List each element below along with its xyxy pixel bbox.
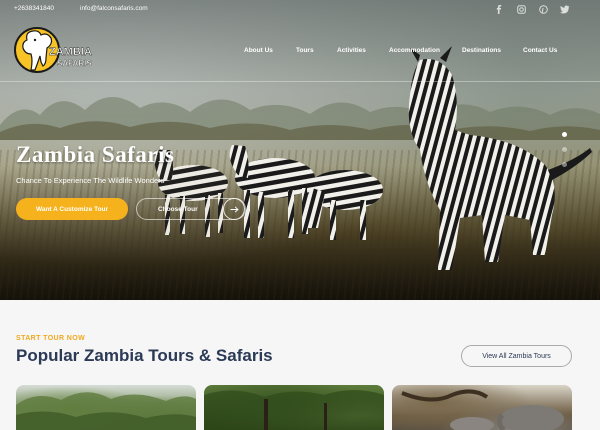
twitter-icon[interactable] bbox=[560, 4, 570, 14]
facebook-icon[interactable] bbox=[494, 4, 504, 14]
hero-title: Zambia Safaris bbox=[16, 142, 175, 167]
slide-dot-3[interactable] bbox=[562, 162, 567, 167]
top-contact-bar: +2638341840 info@falconsafaris.com bbox=[14, 4, 570, 17]
social-links bbox=[494, 4, 570, 14]
tour-card-3[interactable] bbox=[392, 385, 572, 430]
section-title: Popular Zambia Tours & Safaris bbox=[16, 346, 273, 365]
nav-item-destinations[interactable]: Destinations bbox=[462, 47, 501, 54]
nav-divider bbox=[0, 81, 600, 82]
nav-item-accommodation[interactable]: Accommodation bbox=[389, 47, 440, 54]
slider-pagination bbox=[562, 132, 568, 177]
slide-dot-1[interactable] bbox=[562, 132, 567, 137]
elephant-logo-icon: ZAMBIA SAFARIS bbox=[14, 27, 92, 73]
slide-dot-2[interactable] bbox=[562, 147, 567, 152]
nav-item-about-us[interactable]: About Us bbox=[244, 47, 273, 54]
customize-tour-button[interactable]: Want A Customize Tour bbox=[16, 198, 128, 220]
tour-card-1[interactable] bbox=[16, 385, 196, 430]
instagram-icon[interactable] bbox=[516, 4, 526, 14]
phone-number[interactable]: +2638341840 bbox=[14, 5, 54, 12]
nav-item-activities[interactable]: Activities bbox=[337, 47, 366, 54]
tour-card-3-image bbox=[401, 389, 564, 430]
site-logo[interactable]: ZAMBIA SAFARIS bbox=[13, 26, 103, 76]
tour-card-1-image bbox=[16, 392, 196, 430]
section-eyebrow: START TOUR NOW bbox=[16, 335, 86, 342]
customize-tour-label: Want A Customize Tour bbox=[35, 205, 109, 213]
tour-card-2[interactable] bbox=[204, 385, 384, 430]
view-all-tours-label: View All Zambia Tours bbox=[482, 352, 551, 360]
choose-tour-button[interactable]: Choose Tour bbox=[136, 198, 246, 220]
hero-banner: +2638341840 info@falconsafaris.com ZAMBI… bbox=[0, 0, 600, 300]
logo-text-zambia: ZAMBIA bbox=[49, 46, 92, 58]
nav-item-tours[interactable]: Tours bbox=[296, 47, 314, 54]
view-all-tours-button[interactable]: View All Zambia Tours bbox=[461, 345, 572, 367]
choose-tour-label: Choose Tour bbox=[158, 205, 198, 213]
pinterest-icon[interactable] bbox=[538, 4, 548, 14]
tour-card-2-image bbox=[204, 390, 384, 430]
nav-item-contact-us[interactable]: Contact Us bbox=[523, 47, 557, 54]
email-address[interactable]: info@falconsafaris.com bbox=[80, 5, 148, 12]
hero-subtitle: Chance To Experience The Wildlife Wonder… bbox=[16, 176, 165, 185]
arrow-right-icon[interactable] bbox=[223, 198, 245, 220]
logo-text-safaris: SAFARIS bbox=[57, 59, 92, 68]
